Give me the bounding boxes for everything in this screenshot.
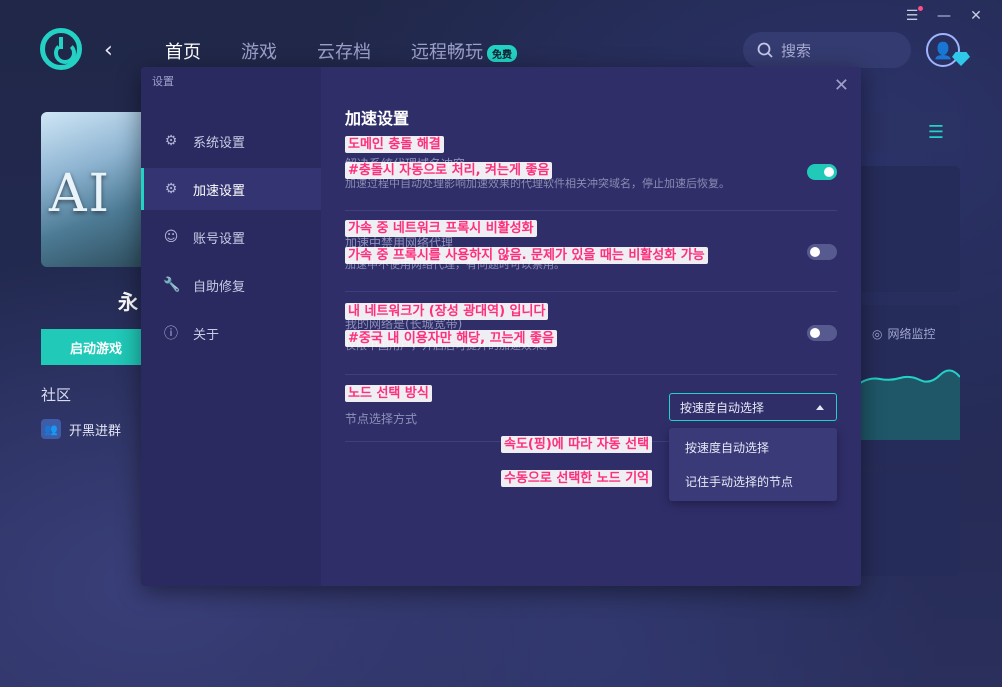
settings-content: ✕ 加速设置 解决系统代理域名冲突 加速过程中自动处理影响加速效果的代理软件相关… — [321, 67, 861, 586]
filter-sliders-icon[interactable]: ☰ — [928, 122, 944, 143]
close-icon[interactable]: ✕ — [834, 75, 849, 96]
minimize-button[interactable]: — — [936, 8, 952, 24]
sidebar-item-label: 自助修复 — [193, 279, 246, 295]
location-pin-icon: ◎ — [872, 326, 883, 341]
join-group-label: 开黑进群 — [69, 423, 122, 439]
group-icon: 👥 — [41, 419, 61, 439]
toggle-proxy-conflict[interactable] — [807, 164, 837, 180]
sidebar-item-system[interactable]: ⚙ 系统设置 — [141, 120, 321, 162]
toggle-knob — [810, 247, 820, 257]
nav-cloud-save[interactable]: 云存档 — [317, 38, 371, 64]
node-select-dropdown[interactable]: 按速度自动选择 — [669, 393, 837, 421]
info-icon: ⓘ — [164, 326, 178, 342]
game-title: 永 — [118, 290, 138, 314]
sidebar-item-about[interactable]: ⓘ 关于 — [141, 312, 321, 354]
main-nav: 首页 游戏 云存档 远程畅玩 免费 — [165, 38, 517, 74]
annotation-title: 가속 중 네트워크 프록시 비활성화 — [345, 220, 537, 237]
notification-dot — [918, 6, 923, 11]
annotation-title: 내 네트워크가 (장성 광대역) 입니다 — [345, 303, 549, 320]
toggle-knob — [810, 328, 820, 338]
settings-modal: 设置 ⚙ 系统设置 ⚙ 加速设置 ☺ 账号设置 🔧 自助修复 ⓘ 关于 ✕ 加速… — [141, 67, 861, 586]
settings-window-title: 设置 — [152, 75, 174, 88]
annotation-title: 도메인 충돌 해결 — [345, 136, 444, 153]
network-monitor-text: 网络监控 — [887, 327, 936, 341]
community-heading: 社区 — [41, 386, 72, 404]
user-icon: ☺ — [163, 229, 179, 245]
annotation-title: 노드 선택 방식 — [345, 385, 432, 402]
nav-home-label: 首页 — [165, 42, 201, 63]
node-select-menu: 按速度自动选择 记住手动选择的节点 — [669, 428, 837, 501]
avatar[interactable]: 👤 — [926, 33, 960, 67]
sidebar-item-label: 关于 — [193, 327, 220, 343]
menu-icon[interactable]: ☰ — [904, 6, 923, 24]
nav-remote-play-label: 远程畅玩 — [411, 42, 483, 63]
annotation-note: 가속 중 프록시를 사용하지 않음. 문제가 있을 때는 비활성화 가능 — [345, 247, 708, 264]
toggle-knob — [824, 167, 834, 177]
setting-row-disable-proxy: 加速中禁用网络代理 加速中不使用网络代理，有问题时可以禁用。 가속 중 네트워크… — [345, 212, 837, 292]
search-input[interactable]: 搜索 — [743, 32, 911, 68]
setting-row-great-wall: 我的网络是(长城宽带) 仅限中国用户，开启后可提升的加速效果。 내 네트워크가 … — [345, 293, 837, 375]
gear-settings-icon: ⚙ — [164, 181, 178, 197]
search-icon — [757, 42, 773, 58]
section-title: 加速设置 — [345, 109, 410, 128]
game-cover-text: AI — [49, 164, 112, 224]
sidebar-item-label: 系统设置 — [193, 135, 246, 151]
dropdown-option-remember[interactable]: 记住手动选择的节点 — [669, 464, 837, 498]
menu-glyph: ☰ — [905, 8, 919, 24]
join-group-link[interactable]: 👥 开黑进群 — [41, 419, 121, 439]
sidebar-item-label: 账号设置 — [193, 231, 246, 247]
option-label: 按速度自动选择 — [685, 440, 770, 455]
annotation-option-auto: 속도(핑)에 따라 자동 선택 — [501, 436, 653, 453]
nav-remote-play[interactable]: 远程畅玩 免费 — [411, 38, 517, 64]
annotation-option-remember: 수동으로 선택한 노드 기억 — [501, 470, 653, 487]
nav-cloud-save-label: 云存档 — [317, 42, 371, 63]
sidebar-item-acceleration[interactable]: ⚙ 加速设置 — [141, 168, 321, 210]
nav-games-label: 游戏 — [241, 42, 277, 63]
game-cover-image[interactable]: AI — [41, 112, 151, 267]
sidebar-item-account[interactable]: ☺ 账号设置 — [141, 216, 321, 258]
right-panel-info — [860, 166, 960, 292]
sidebar-item-label: 加速设置 — [193, 183, 246, 199]
free-badge: 免费 — [487, 44, 517, 62]
annotation-note: #충돌시 자동으로 처리, 켜는게 좋음 — [345, 162, 553, 179]
dropdown-option-auto[interactable]: 按速度自动选择 — [669, 430, 837, 464]
node-select-value: 按速度自动选择 — [680, 400, 765, 415]
user-icon: 👤 — [933, 40, 953, 60]
setting-row-proxy-conflict: 解决系统代理域名冲突 加速过程中自动处理影响加速效果的代理软件相关冲突域名，停止… — [345, 133, 837, 211]
right-toolbar-panel: ☰ — [860, 112, 960, 152]
sidebar-item-repair[interactable]: 🔧 自助修复 — [141, 264, 321, 306]
wrench-icon: 🔧 — [163, 277, 181, 293]
toggle-great-wall[interactable] — [807, 325, 837, 341]
app-logo-icon[interactable] — [40, 28, 82, 70]
right-panel-bottom — [860, 472, 960, 576]
settings-sidebar: 设置 ⚙ 系统设置 ⚙ 加速设置 ☺ 账号设置 🔧 自助修复 ⓘ 关于 — [141, 67, 321, 586]
network-monitor-label[interactable]: ◎ 网络监控 — [872, 325, 936, 342]
toggle-disable-proxy[interactable] — [807, 244, 837, 260]
setting-label: 节点选择方式 — [345, 412, 418, 426]
close-window-button[interactable]: ✕ — [968, 8, 984, 24]
gear-icon: ⚙ — [164, 133, 178, 149]
annotation-note: #중국 내 이용자만 해당, 끄는게 좋음 — [345, 330, 557, 347]
nav-home[interactable]: 首页 — [165, 38, 201, 74]
window-controls: ☰ — ✕ — [904, 6, 984, 24]
nav-games[interactable]: 游戏 — [241, 38, 277, 64]
chevron-up-icon — [816, 405, 824, 410]
search-placeholder: 搜索 — [781, 41, 812, 60]
start-game-button[interactable]: 启动游戏 — [41, 329, 151, 365]
back-arrow-icon[interactable]: ‹ — [104, 38, 113, 63]
option-label: 记住手动选择的节点 — [685, 474, 794, 489]
